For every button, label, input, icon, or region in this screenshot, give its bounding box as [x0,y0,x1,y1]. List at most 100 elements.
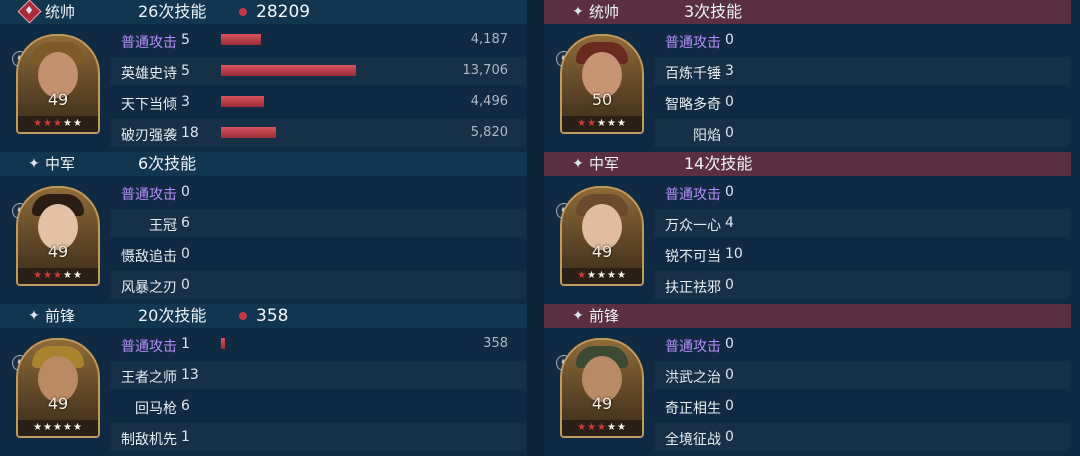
skill-cast-count: 0 [181,277,190,293]
skill-row: 英雄史诗 5 13,706 [110,57,526,85]
damage-value: 358 [483,336,508,351]
skill-name: 智略多奇 [665,97,721,113]
skill-row: 锐不可当 10 [654,240,1070,268]
skill-row: 天下当倾 3 4,496 [110,88,526,116]
skill-cast-count: 0 [725,32,734,48]
skill-row: 普通攻击 0 [654,26,1070,54]
skill-count: 26次技能 [138,2,207,21]
sparkle-icon: ✦ [28,308,40,324]
skill-cast-count: 0 [725,336,734,352]
hero-portrait[interactable]: 49 ★★★★★ [16,34,100,134]
star-icon: ★ [62,422,73,433]
skill-row: 王冠 6 [110,209,526,237]
skill-name: 风暴之刃 [121,280,177,296]
skill-cast-count: 0 [725,429,734,445]
skill-name: 百炼千锤 [665,66,721,82]
star-icon: ★ [62,270,73,281]
skill-row: 破刃强袭 18 5,820 [110,119,526,147]
skill-name: 奇正相生 [665,401,721,417]
total-damage: 358 [256,306,289,326]
unit-commander: ✦ 统帅 3次技能 ♞ 50 ★★★★★ 普通攻击 0 百炼千锤 3 智略多奇 … [544,0,1071,152]
unit-vanguard: ✦ 前锋 20次技能 358 ♞ 49 ★★★★★ 普通攻击 1 358 王者之… [0,304,527,456]
star-icon: ★ [587,118,598,129]
star-icon: ★ [616,118,627,129]
star-icon: ★ [577,270,588,281]
damage-value: 4,187 [470,32,508,47]
skill-cast-count: 18 [181,125,199,141]
role-name: 中军 [589,155,620,173]
skill-cast-count: 3 [725,63,734,79]
star-rating: ★★★★★ [18,116,98,132]
skill-name: 制敌机先 [121,432,177,448]
skill-row: 阳焰 0 [654,119,1070,147]
skill-cast-count: 4 [725,215,734,231]
unit-header: ✦ 中军 14次技能 [544,152,1071,176]
skill-name: 普通攻击 [121,339,177,355]
damage-bar [221,34,261,45]
star-icon: ★ [72,270,83,281]
skill-row: 普通攻击 5 4,187 [110,26,526,54]
skill-name: 王者之师 [121,370,177,386]
star-icon: ★ [33,422,44,433]
left-team-panel: ♦ 统帅 26次技能 28209 ♞ 49 ★★★★★ 普通攻击 5 4,187… [0,0,527,456]
damage-dot-icon [239,312,247,320]
skill-name: 阳焰 [693,128,721,144]
team-divider [527,0,544,456]
sparkle-icon: ✦ [572,308,584,324]
role-name: 中军 [45,155,76,173]
hero-portrait[interactable]: 49 ★★★★★ [560,186,644,286]
star-icon: ★ [616,270,627,281]
unit-commander: ♦ 统帅 26次技能 28209 ♞ 49 ★★★★★ 普通攻击 5 4,187… [0,0,527,152]
star-icon: ★ [577,422,588,433]
star-icon: ★ [606,422,617,433]
hero-portrait[interactable]: 49 ★★★★★ [16,338,100,438]
star-icon: ★ [597,270,607,281]
damage-bar [221,65,356,76]
skill-row: 制敌机先 1 [110,423,526,451]
role-name: 统帅 [45,3,76,21]
star-rating: ★★★★★ [562,268,642,284]
role-name: 前锋 [589,307,620,325]
skill-count: 3次技能 [684,2,743,21]
star-icon: ★ [33,270,44,281]
role-name: 前锋 [45,307,76,325]
star-icon: ★ [72,422,83,433]
damage-bar [221,127,276,138]
star-icon: ★ [43,270,54,281]
star-icon: ★ [43,422,54,433]
hero-portrait[interactable]: 50 ★★★★★ [560,34,644,134]
hero-portrait[interactable]: 49 ★★★★★ [16,186,100,286]
skill-row: 奇正相生 0 [654,392,1070,420]
skill-cast-count: 1 [181,336,190,352]
star-rating: ★★★★★ [18,268,98,284]
skill-cast-count: 5 [181,32,190,48]
skill-row: 洪武之治 0 [654,361,1070,389]
skill-name: 天下当倾 [121,97,177,113]
unit-center: ✦ 中军 6次技能 ♞ 49 ★★★★★ 普通攻击 0 王冠 6 慑敌追击 0 … [0,152,527,304]
skill-row: 扶正祛邪 0 [654,271,1070,299]
star-icon: ★ [53,118,63,129]
skill-name: 普通攻击 [665,187,721,203]
star-icon: ★ [43,118,54,129]
skill-cast-count: 0 [725,125,734,141]
skill-row: 全境征战 0 [654,423,1070,451]
hero-level: 49 [591,242,613,261]
star-icon: ★ [33,118,44,129]
total-damage: 28209 [256,2,311,22]
skill-name: 锐不可当 [665,249,721,265]
skill-cast-count: 0 [181,184,190,200]
star-icon: ★ [53,270,63,281]
damage-dot-icon [239,8,247,16]
star-icon: ★ [53,422,63,433]
star-icon: ★ [597,118,607,129]
skill-name: 扶正祛邪 [665,280,721,296]
hero-portrait[interactable]: 49 ★★★★★ [560,338,644,438]
skill-cast-count: 10 [725,246,743,262]
skill-name: 万众一心 [665,218,721,234]
star-icon: ★ [606,270,617,281]
damage-value: 4,496 [470,94,508,109]
skill-cast-count: 13 [181,367,199,383]
star-rating: ★★★★★ [18,420,98,436]
star-icon: ★ [616,422,627,433]
skill-cast-count: 0 [725,367,734,383]
